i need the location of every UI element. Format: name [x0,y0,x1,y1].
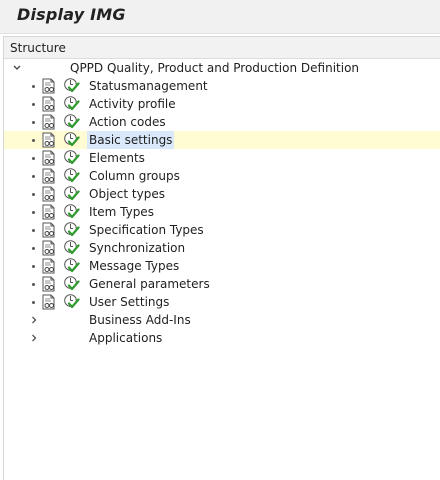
execute-activity-icon[interactable] [63,293,80,310]
tree-item[interactable]: User Settings [4,293,440,311]
documentation-icon[interactable] [41,168,57,184]
execute-activity-icon[interactable] [63,77,80,94]
tree-bullet [32,103,35,106]
tree-item-label[interactable]: Action codes [87,113,168,131]
chevron-right-icon[interactable] [28,311,40,329]
tree-item[interactable]: Item Types [4,203,440,221]
tree-item[interactable]: Action codes [4,113,440,131]
execute-activity-icon[interactable] [63,185,80,202]
execute-activity-icon[interactable] [63,167,80,184]
tree-item[interactable]: Activity profile [4,95,440,113]
tree-node-collapsed[interactable]: Applications [4,329,440,347]
img-tree: QPPD Quality, Product and Production Def… [4,59,440,347]
execute-activity-icon[interactable] [63,95,80,112]
structure-header: Structure [4,37,440,59]
tree-item-label[interactable]: Statusmanagement [87,77,210,95]
tree-item[interactable]: General parameters [4,275,440,293]
tree-item-label[interactable]: User Settings [87,293,171,311]
structure-header-label: Structure [10,41,66,55]
tree-node-collapsed[interactable]: Business Add-Ins [4,311,440,329]
tree-item[interactable]: Column groups [4,167,440,185]
title-bar: Display IMG [0,0,440,34]
tree-item[interactable]: Synchronization [4,239,440,257]
tree-item-label[interactable]: Specification Types [87,221,206,239]
tree-bullet [32,139,35,142]
tree-item-label[interactable]: General parameters [87,275,212,293]
chevron-down-icon[interactable] [11,59,23,77]
tree-node-label[interactable]: Applications [87,329,164,347]
documentation-icon[interactable] [41,240,57,256]
tree-bullet [32,121,35,124]
tree-bullet [32,247,35,250]
execute-activity-icon[interactable] [63,221,80,238]
tree-item[interactable]: Message Types [4,257,440,275]
tree-bullet [32,211,35,214]
execute-activity-icon[interactable] [63,131,80,148]
tree-item[interactable]: Elements [4,149,440,167]
execute-activity-icon[interactable] [63,203,80,220]
chevron-right-icon[interactable] [28,329,40,347]
tree-item-label[interactable]: Message Types [87,257,181,275]
documentation-icon[interactable] [41,294,57,310]
tree-item-label[interactable]: Column groups [87,167,182,185]
tree-bullet [32,283,35,286]
execute-activity-icon[interactable] [63,257,80,274]
execute-activity-icon[interactable] [63,239,80,256]
tree-item-label[interactable]: Elements [87,149,147,167]
tree-bullet [32,265,35,268]
documentation-icon[interactable] [41,222,57,238]
img-structure-panel: Structure QPPD Quality, Product and Prod… [3,36,440,480]
documentation-icon[interactable] [41,132,57,148]
tree-item[interactable]: Specification Types [4,221,440,239]
tree-bullet [32,157,35,160]
page-title: Display IMG [17,5,126,24]
documentation-icon[interactable] [41,258,57,274]
tree-bullet [32,85,35,88]
tree-bullet [32,301,35,304]
documentation-icon[interactable] [41,150,57,166]
documentation-icon[interactable] [41,96,57,112]
execute-activity-icon[interactable] [63,275,80,292]
tree-root-label[interactable]: QPPD Quality, Product and Production Def… [70,59,359,77]
documentation-icon[interactable] [41,204,57,220]
documentation-icon[interactable] [41,276,57,292]
tree-item-label[interactable]: Object types [87,185,167,203]
documentation-icon[interactable] [41,78,57,94]
tree-item-label[interactable]: Synchronization [87,239,187,257]
tree-item-label[interactable]: Item Types [87,203,156,221]
tree-root-node[interactable]: QPPD Quality, Product and Production Def… [4,59,440,77]
documentation-icon[interactable] [41,114,57,130]
tree-item[interactable]: Basic settings [4,131,440,149]
tree-item[interactable]: Object types [4,185,440,203]
tree-bullet [32,229,35,232]
tree-node-label[interactable]: Business Add-Ins [87,311,193,329]
tree-item-label[interactable]: Basic settings [87,131,175,149]
tree-bullet [32,193,35,196]
tree-item-label[interactable]: Activity profile [87,95,178,113]
tree-bullet [32,175,35,178]
tree-item[interactable]: Statusmanagement [4,77,440,95]
execute-activity-icon[interactable] [63,149,80,166]
documentation-icon[interactable] [41,186,57,202]
execute-activity-icon[interactable] [63,113,80,130]
